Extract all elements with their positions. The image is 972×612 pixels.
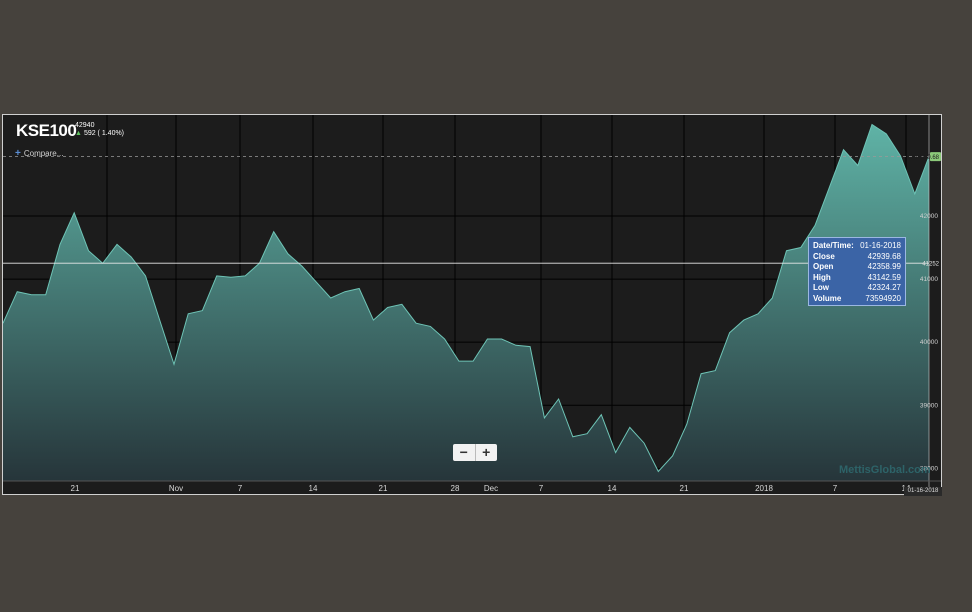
tooltip-row: High 43142.59 xyxy=(813,273,901,284)
x-tick-label: 21 xyxy=(379,484,388,493)
x-tick-label: Nov xyxy=(169,484,183,493)
watermark: MettisGlobal.com xyxy=(839,464,931,476)
price-chart[interactable]: 4200041000400003900038000 21 Nov 7 14 21 28 De… xyxy=(3,115,941,494)
tooltip-key: Close xyxy=(813,251,835,261)
tooltip-value: 42939.68 xyxy=(867,251,901,261)
zoom-controls: − + xyxy=(453,444,497,461)
x-tick-label: 28 xyxy=(451,484,460,493)
tooltip-key: Open xyxy=(813,262,834,271)
x-tick-label: 7 xyxy=(833,484,838,493)
tooltip-value: 73594920 xyxy=(865,293,901,303)
tooltip-row: Close 42939.68 xyxy=(813,252,901,263)
tooltip-row: Date/Time: 01-16-2018 xyxy=(813,241,901,252)
price-change-value: 592 ( 1.40%) xyxy=(83,130,125,137)
tooltip-key: Low xyxy=(813,283,829,292)
x-tick-label: 14 xyxy=(608,484,617,493)
last-price-tag: 42939.68 xyxy=(914,155,940,161)
x-tick-label: 21 xyxy=(71,484,80,493)
tooltip-value: 42324.27 xyxy=(867,283,901,292)
tooltip-value: 01-16-2018 xyxy=(860,241,901,250)
tooltip-key: High xyxy=(813,272,831,282)
data-tooltip: Date/Time: 01-16-2018 Close 42939.68 Open 423… xyxy=(808,237,906,306)
x-axis: 21Nov7142128Dec714212018714 xyxy=(71,484,911,493)
x-tick-label: Dec xyxy=(484,484,498,493)
crosshair-price-tag: 41252 xyxy=(922,261,939,267)
last-price: 42940 xyxy=(75,122,95,129)
price-area xyxy=(3,124,929,481)
x-tick-label: 14 xyxy=(309,484,318,493)
x-tick-label: 7 xyxy=(238,484,243,493)
tooltip-value: 43142.59 xyxy=(867,272,901,282)
zoom-in-button[interactable]: + xyxy=(476,444,498,461)
y-tick-label: 41000 xyxy=(920,276,938,283)
zoom-out-button[interactable]: − xyxy=(453,444,476,461)
x-tick-label: 7 xyxy=(539,484,544,493)
tooltip-key: Date/Time: xyxy=(813,241,854,250)
tooltip-row: Volume 73594920 xyxy=(813,294,901,305)
compare-label: Compare... xyxy=(23,149,64,158)
plus-icon: + xyxy=(15,148,21,159)
price-change: ▲ 592 ( 1.40%) xyxy=(75,130,124,137)
crosshair-date-label: 01-16-2018 xyxy=(904,487,942,496)
compare-button[interactable]: + Compare... xyxy=(15,148,63,159)
tooltip-row: Open 42358.99 xyxy=(813,262,901,273)
tooltip-value: 42358.99 xyxy=(867,262,901,271)
symbol-title: KSE100 xyxy=(16,121,77,140)
y-tick-label: 42000 xyxy=(920,213,938,220)
y-tick-label: 39000 xyxy=(920,402,938,409)
y-tick-label: 40000 xyxy=(920,339,938,346)
chart-frame: 42000 41000 40000 39000 38000 21 Nov 7 14 21 28 De… xyxy=(2,114,942,495)
tooltip-key: Volume xyxy=(813,293,842,303)
x-tick-label: 2018 xyxy=(755,484,773,493)
up-arrow-icon: ▲ xyxy=(75,130,82,137)
x-tick-label: 21 xyxy=(680,484,689,493)
tooltip-row: Low 42324.27 xyxy=(813,283,901,294)
